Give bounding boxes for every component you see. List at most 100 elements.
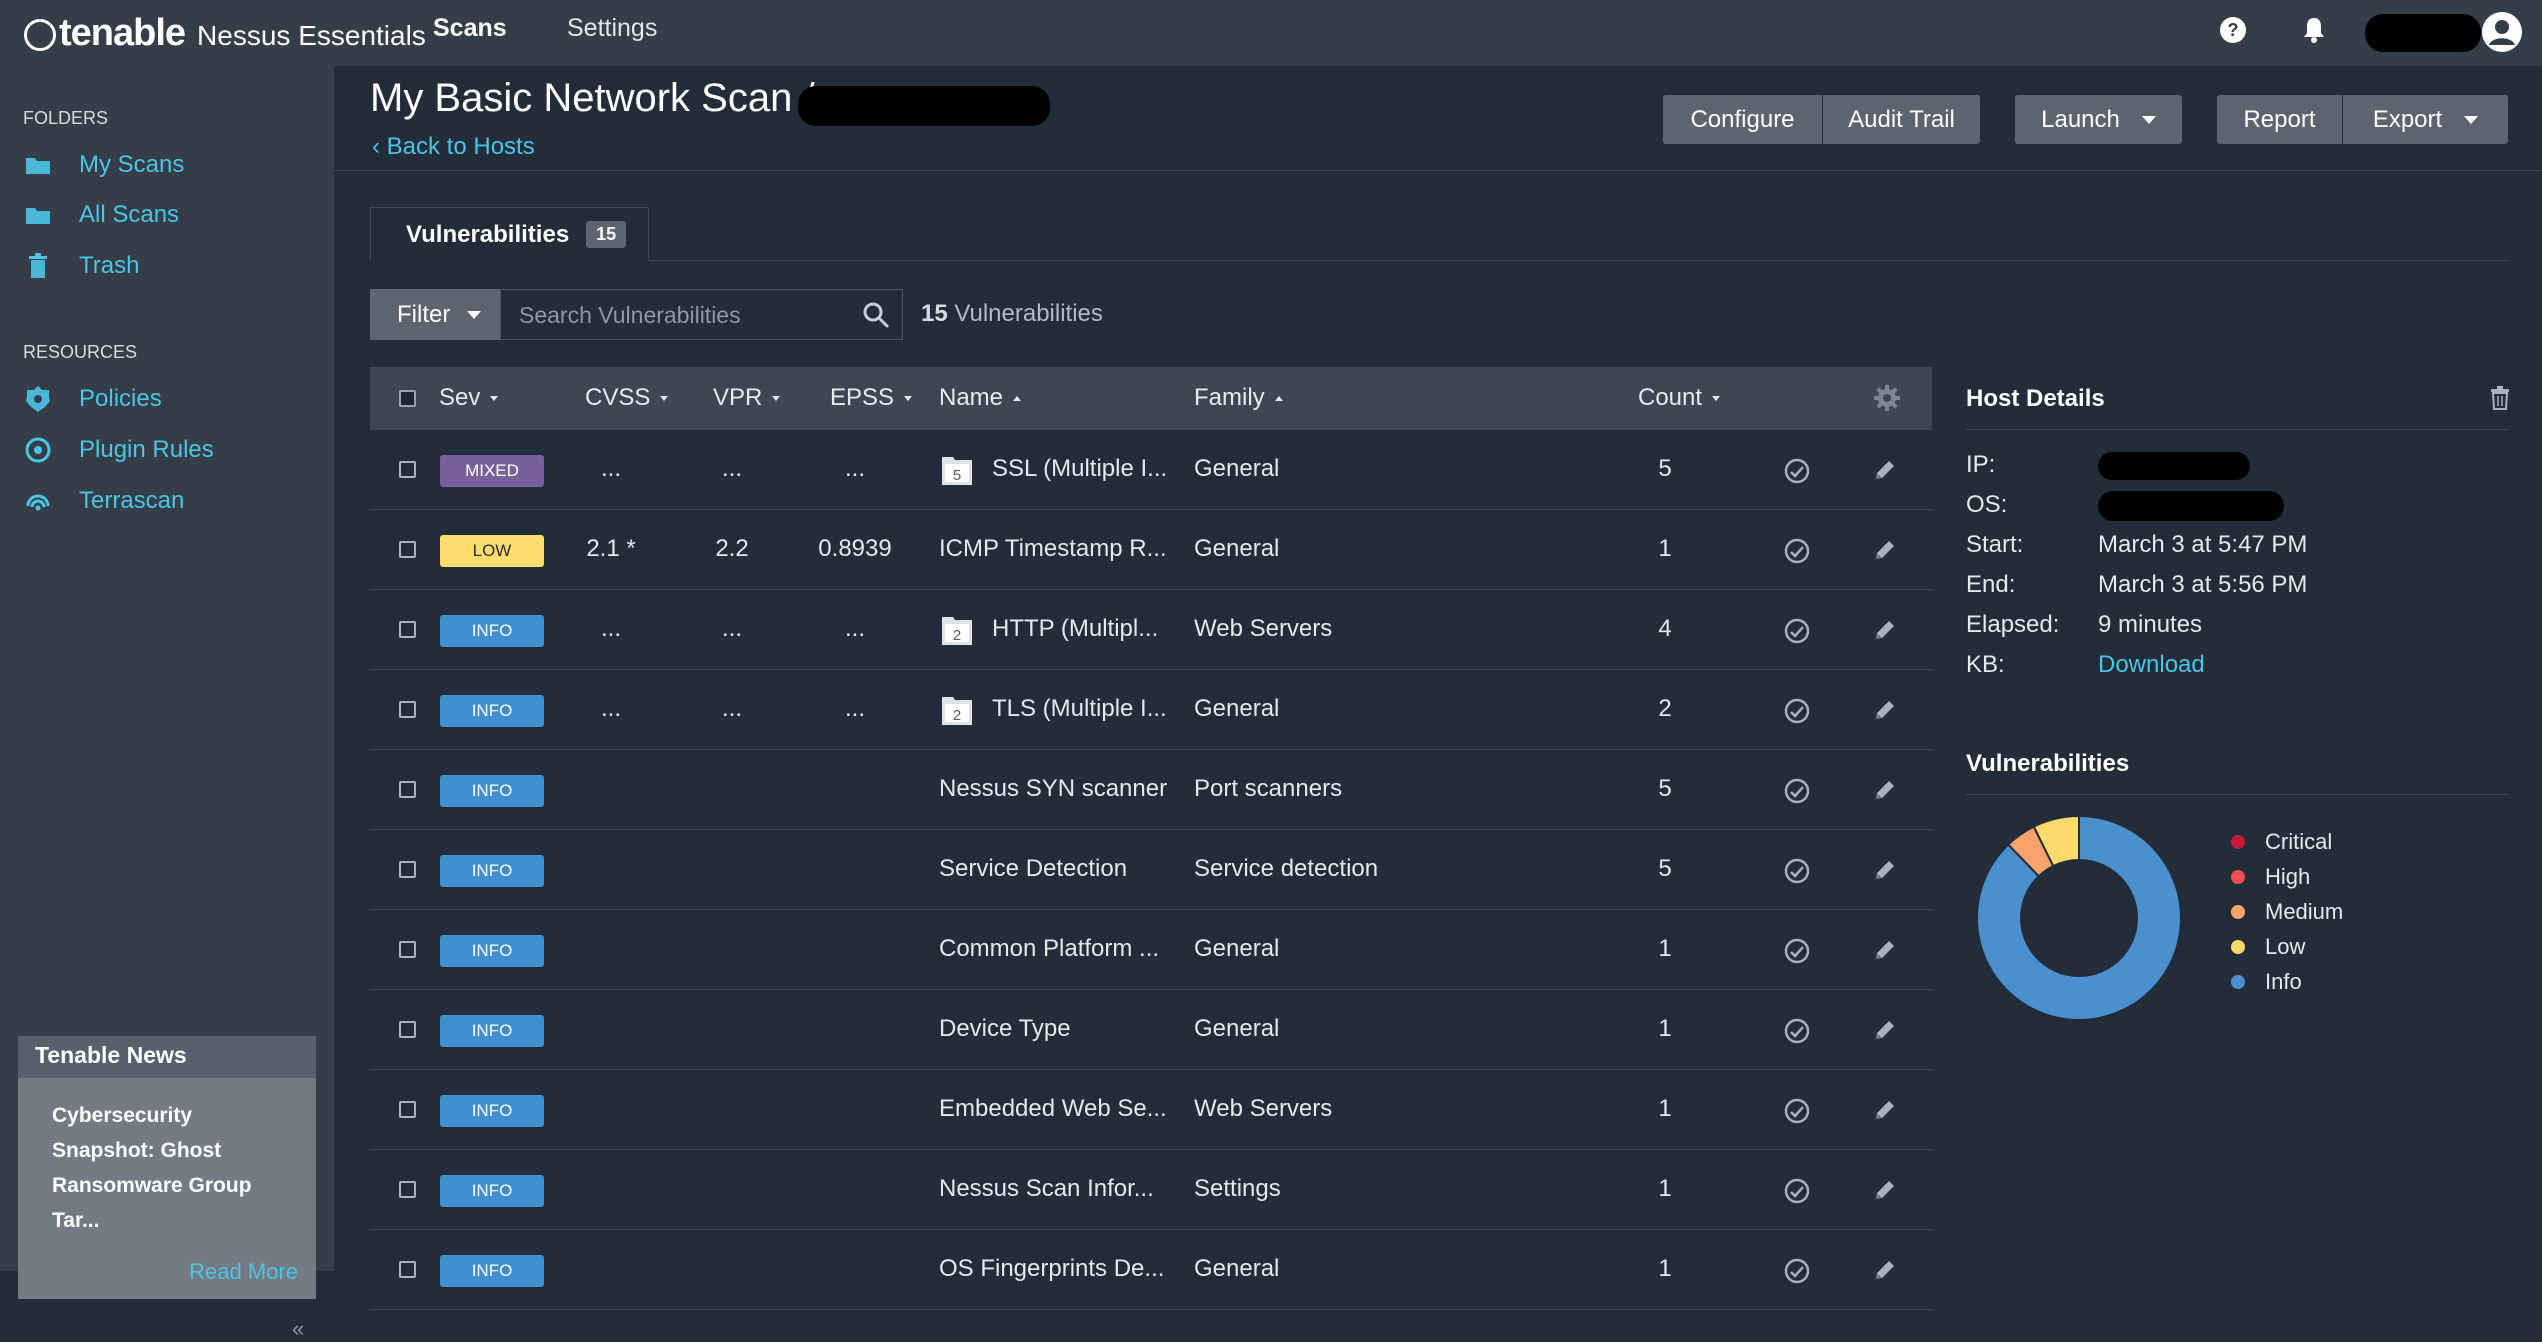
table-row[interactable]: INFO OS Fingerprints De... General 1 bbox=[370, 1230, 1932, 1310]
plugin-name-cell[interactable]: Nessus SYN scanner bbox=[939, 775, 1167, 803]
trash-icon[interactable] bbox=[2490, 386, 2510, 410]
table-row[interactable]: MIXED......... 5 SSL (Multiple I... General… bbox=[370, 430, 1932, 510]
edit-pencil-icon[interactable] bbox=[1872, 1097, 1898, 1123]
edit-pencil-icon[interactable] bbox=[1872, 937, 1898, 963]
snooze-check-icon[interactable] bbox=[1783, 1177, 1811, 1205]
search-input[interactable] bbox=[517, 299, 851, 332]
snooze-check-icon[interactable] bbox=[1783, 777, 1811, 805]
row-checkbox[interactable] bbox=[399, 861, 416, 878]
column-vpr[interactable]: VPR bbox=[713, 384, 781, 412]
nav-settings[interactable]: Settings bbox=[567, 14, 657, 43]
row-checkbox[interactable] bbox=[399, 781, 416, 798]
snooze-check-icon[interactable] bbox=[1783, 617, 1811, 645]
collapse-sidebar-icon[interactable]: « bbox=[292, 1316, 304, 1342]
user-avatar-icon[interactable] bbox=[2481, 11, 2523, 53]
plugin-name-cell[interactable]: TLS (Multiple I... bbox=[992, 695, 1167, 723]
row-checkbox[interactable] bbox=[399, 1101, 416, 1118]
edit-pencil-icon[interactable] bbox=[1872, 1257, 1898, 1283]
row-checkbox[interactable] bbox=[399, 461, 416, 478]
tab-vulnerabilities[interactable]: Vulnerabilities 15 bbox=[370, 207, 649, 261]
column-sev[interactable]: Sev bbox=[439, 384, 499, 412]
count-cell: 1 bbox=[1658, 1255, 1672, 1282]
count-cell: 5 bbox=[1658, 775, 1672, 802]
row-checkbox[interactable] bbox=[399, 541, 416, 558]
column-count[interactable]: Count bbox=[1638, 384, 1721, 412]
row-checkbox[interactable] bbox=[399, 701, 416, 718]
table-row[interactable]: LOW 2.1 * 2.2 0.8939 ICMP Timestamp R... Gene… bbox=[370, 510, 1932, 590]
vulnerability-count-label: Vulnerabilities bbox=[947, 300, 1103, 327]
sidebar-item-policies[interactable]: Policies bbox=[23, 379, 162, 419]
plugin-name-cell[interactable]: Embedded Web Se... bbox=[939, 1095, 1167, 1123]
tenable-logo[interactable]: tenable Nessus Essentials bbox=[24, 12, 426, 55]
column-epss[interactable]: EPSS bbox=[830, 384, 913, 412]
launch-button[interactable]: Launch bbox=[2015, 95, 2182, 144]
snooze-check-icon[interactable] bbox=[1783, 1097, 1811, 1125]
plugin-name-cell[interactable]: HTTP (Multipl... bbox=[992, 615, 1158, 643]
kb-download-link[interactable]: Download bbox=[2098, 651, 2205, 679]
legend-item-info[interactable]: Info bbox=[2231, 969, 2302, 995]
edit-pencil-icon[interactable] bbox=[1872, 537, 1898, 563]
plugin-name-cell[interactable]: SSL (Multiple I... bbox=[992, 455, 1167, 483]
table-row[interactable]: INFO......... 2 TLS (Multiple I... General 2 bbox=[370, 670, 1932, 750]
legend-item-medium[interactable]: Medium bbox=[2231, 899, 2343, 925]
snooze-check-icon[interactable] bbox=[1783, 1257, 1811, 1285]
sidebar-item-plugin-rules[interactable]: Plugin Rules bbox=[23, 430, 214, 470]
export-button[interactable]: Export bbox=[2343, 95, 2508, 144]
select-all-checkbox[interactable] bbox=[399, 390, 416, 407]
snooze-check-icon[interactable] bbox=[1783, 457, 1811, 485]
row-checkbox[interactable] bbox=[399, 1181, 416, 1198]
report-button[interactable]: Report bbox=[2217, 95, 2342, 144]
edit-pencil-icon[interactable] bbox=[1872, 1017, 1898, 1043]
sidebar-item-terrascan[interactable]: Terrascan bbox=[23, 481, 184, 521]
row-checkbox[interactable] bbox=[399, 621, 416, 638]
edit-pencil-icon[interactable] bbox=[1872, 857, 1898, 883]
plugin-name-cell[interactable]: Device Type bbox=[939, 1015, 1071, 1043]
sidebar-item-my-scans[interactable]: My Scans bbox=[23, 145, 184, 185]
back-to-hosts-link[interactable]: ‹ Back to Hosts bbox=[372, 133, 535, 161]
configure-button[interactable]: Configure bbox=[1663, 95, 1822, 144]
table-row[interactable]: INFO Nessus SYN scanner Port scanners 5 bbox=[370, 750, 1932, 830]
edit-pencil-icon[interactable] bbox=[1872, 617, 1898, 643]
table-row[interactable]: INFO Device Type General 1 bbox=[370, 990, 1932, 1070]
edit-pencil-icon[interactable] bbox=[1872, 1177, 1898, 1203]
plugin-name-cell[interactable]: Service Detection bbox=[939, 855, 1127, 883]
edit-pencil-icon[interactable] bbox=[1872, 457, 1898, 483]
legend-item-low[interactable]: Low bbox=[2231, 934, 2305, 960]
table-row[interactable]: INFO Common Platform ... General 1 bbox=[370, 910, 1932, 990]
row-checkbox[interactable] bbox=[399, 1021, 416, 1038]
table-row[interactable]: INFO Embedded Web Se... Web Servers 1 bbox=[370, 1070, 1932, 1150]
nav-scans[interactable]: Scans bbox=[433, 14, 507, 43]
bell-icon[interactable] bbox=[2298, 14, 2330, 46]
snooze-check-icon[interactable] bbox=[1783, 697, 1811, 725]
audit-trail-button[interactable]: Audit Trail bbox=[1823, 95, 1980, 144]
plugin-name-cell[interactable]: OS Fingerprints De... bbox=[939, 1255, 1164, 1283]
search-icon[interactable] bbox=[862, 301, 890, 329]
help-icon[interactable]: ? bbox=[2217, 14, 2249, 46]
edit-pencil-icon[interactable] bbox=[1872, 777, 1898, 803]
plugin-name-cell[interactable]: Common Platform ... bbox=[939, 935, 1159, 963]
edit-pencil-icon[interactable] bbox=[1872, 697, 1898, 723]
row-checkbox[interactable] bbox=[399, 1261, 416, 1278]
vulnerabilities-donut-chart[interactable] bbox=[1974, 813, 2184, 1023]
sidebar-item-trash[interactable]: Trash bbox=[23, 246, 139, 286]
table-row[interactable]: INFO......... 2 HTTP (Multipl... Web Server… bbox=[370, 590, 1932, 670]
legend-item-critical[interactable]: Critical bbox=[2231, 829, 2332, 855]
column-name[interactable]: Name bbox=[939, 384, 1022, 412]
table-row[interactable]: INFO Service Detection Service detection 5 bbox=[370, 830, 1932, 910]
plugin-name-cell[interactable]: ICMP Timestamp R... bbox=[939, 535, 1167, 563]
legend-item-high[interactable]: High bbox=[2231, 864, 2310, 890]
news-headline[interactable]: Cybersecurity Snapshot: Ghost Ransomware… bbox=[18, 1078, 316, 1238]
table-row[interactable]: INFO Nessus Scan Infor... Settings 1 bbox=[370, 1150, 1932, 1230]
read-more-link[interactable]: Read More bbox=[189, 1259, 298, 1285]
column-cvss[interactable]: CVSS bbox=[585, 384, 669, 412]
snooze-check-icon[interactable] bbox=[1783, 857, 1811, 885]
filter-button[interactable]: Filter bbox=[370, 289, 500, 340]
snooze-check-icon[interactable] bbox=[1783, 1017, 1811, 1045]
plugin-name-cell[interactable]: Nessus Scan Infor... bbox=[939, 1175, 1154, 1203]
snooze-check-icon[interactable] bbox=[1783, 537, 1811, 565]
sidebar-item-all-scans[interactable]: All Scans bbox=[23, 195, 179, 235]
snooze-check-icon[interactable] bbox=[1783, 937, 1811, 965]
gear-icon[interactable] bbox=[1872, 383, 1902, 413]
column-family[interactable]: Family bbox=[1194, 384, 1283, 412]
row-checkbox[interactable] bbox=[399, 941, 416, 958]
